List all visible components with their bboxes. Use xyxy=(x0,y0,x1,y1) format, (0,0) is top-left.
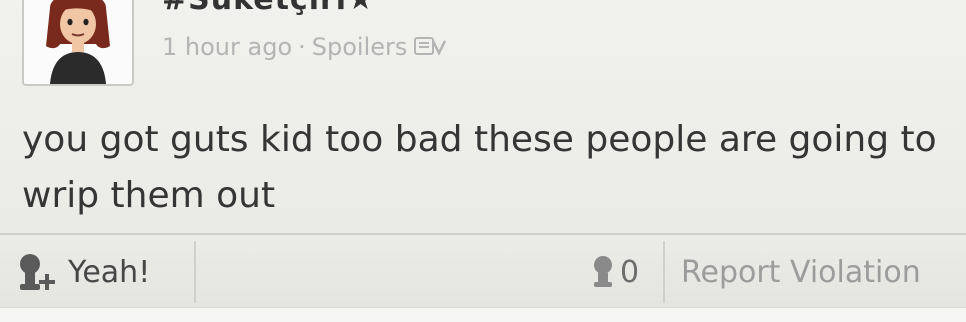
yeah-add-icon xyxy=(20,254,55,290)
mii-avatar-icon xyxy=(24,0,132,84)
yeah-button[interactable]: Yeah! xyxy=(8,241,196,303)
report-violation-label: Report Violation xyxy=(681,254,921,290)
meta-separator: · xyxy=(298,33,306,61)
bottom-divider xyxy=(0,307,966,322)
yeah-count-icon xyxy=(594,256,612,287)
avatar[interactable] xyxy=(22,0,134,86)
post-header: #Suketçiri★ 1 hour ago · Spoilers xyxy=(0,0,966,92)
spoiler-icon xyxy=(414,37,447,56)
yeah-label: Yeah! xyxy=(68,254,151,290)
spoiler-tag: Spoilers xyxy=(311,33,408,61)
action-bar: Yeah! 0 Report Violation xyxy=(0,233,966,307)
post-screen: #Suketçiri★ 1 hour ago · Spoilers you go… xyxy=(0,0,966,322)
report-violation-button[interactable]: Report Violation xyxy=(663,241,966,303)
yeah-count: 0 xyxy=(588,241,639,303)
username[interactable]: #Suketçiri★ xyxy=(162,0,375,17)
post-meta: 1 hour ago · Spoilers xyxy=(162,33,447,61)
post-text: you got guts kid too bad these people ar… xyxy=(22,119,937,216)
post-time: 1 hour ago xyxy=(162,33,293,61)
yeah-count-value: 0 xyxy=(620,254,640,290)
